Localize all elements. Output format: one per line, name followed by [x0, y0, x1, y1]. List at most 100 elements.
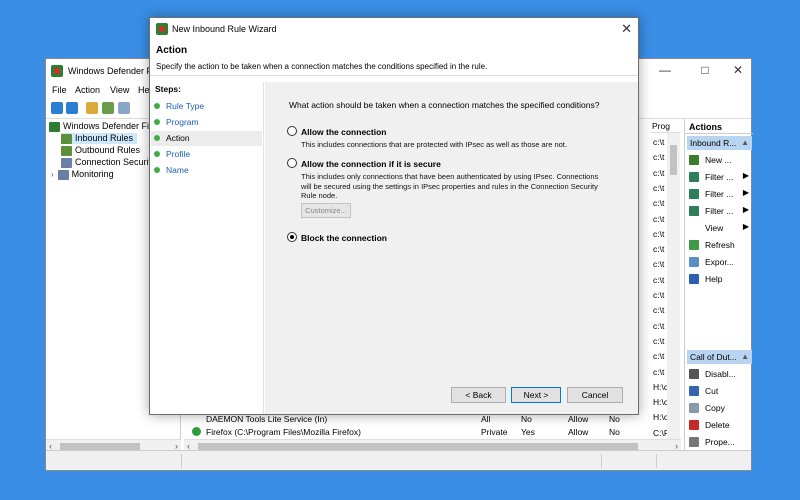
filter-icon: [689, 206, 699, 216]
properties-icon: [689, 437, 699, 447]
program-cell: H:\c: [653, 412, 669, 423]
step-dot-icon: [154, 103, 160, 109]
cell-enabled: No: [521, 414, 532, 424]
step-rule-type[interactable]: Rule Type: [151, 99, 262, 114]
column-header-label: Prog: [652, 121, 670, 131]
section-label: Inbound R...: [690, 138, 737, 148]
action-item[interactable]: Disabl...: [689, 367, 751, 381]
program-cell: c:\t: [653, 320, 665, 331]
tree-item-label: Inbound Rules: [75, 133, 134, 143]
properties-icon[interactable]: [118, 102, 130, 114]
minimize-icon[interactable]: —: [658, 63, 672, 77]
action-item-label: View: [705, 223, 724, 233]
cancel-button[interactable]: Cancel: [567, 387, 623, 403]
action-item[interactable]: Prope...: [689, 435, 751, 449]
action-item[interactable]: Filter ... ▶: [689, 170, 751, 184]
action-item[interactable]: Refresh: [689, 238, 751, 252]
program-cell: c:\t: [653, 305, 665, 316]
menu-view[interactable]: View: [110, 85, 129, 95]
show-hide-tree-icon[interactable]: [102, 102, 114, 114]
tree-item-outbound-rules[interactable]: Outbound Rules: [61, 145, 140, 156]
program-cell: c:\t: [653, 152, 665, 163]
program-cell: c:\t: [653, 137, 665, 147]
action-item-label: Filter ...: [705, 172, 734, 182]
radio-allow[interactable]: [287, 126, 297, 136]
action-item-label: Copy: [705, 403, 725, 413]
action-item[interactable]: Cut: [689, 384, 751, 398]
chevron-right-icon: ›: [51, 170, 54, 179]
radio-block[interactable]: [287, 232, 297, 242]
action-item[interactable]: Filter ... ▶: [689, 204, 751, 218]
scrollbar-thumb[interactable]: [198, 443, 638, 450]
menu-help[interactable]: He: [138, 85, 150, 95]
step-name[interactable]: Name: [151, 163, 262, 178]
menu-file[interactable]: File: [52, 85, 67, 95]
option-allow-secure-description: This includes only connections that have…: [301, 172, 599, 200]
maximize-icon[interactable]: □: [698, 63, 712, 77]
action-item-label: Filter ...: [705, 189, 734, 199]
step-action[interactable]: Action: [151, 131, 262, 146]
action-item-label: Filter ...: [705, 206, 734, 216]
disable-icon: [689, 369, 699, 379]
program-cell: c:\t: [653, 259, 665, 270]
radio-allow-if-secure[interactable]: [287, 158, 297, 168]
status-divider: [656, 454, 657, 468]
monitoring-icon: [57, 169, 69, 180]
tree-item-inbound-rules[interactable]: Inbound Rules: [61, 133, 138, 144]
wizard-title: New Inbound Rule Wizard: [172, 24, 277, 34]
cell-action: Allow: [568, 414, 589, 424]
close-icon[interactable]: ✕: [731, 63, 745, 77]
action-item[interactable]: Help: [689, 272, 751, 286]
action-item-label: Disabl...: [705, 369, 736, 379]
back-arrow-icon[interactable]: [51, 102, 63, 114]
program-cell: c:\t: [653, 290, 665, 300]
step-label: Action: [166, 133, 190, 143]
option-allow-label[interactable]: Allow the connection: [301, 127, 386, 137]
action-item-label: New ...: [705, 155, 732, 165]
wizard-content: What action should be taken when a conne…: [265, 82, 638, 414]
next-button[interactable]: Next >: [511, 387, 561, 403]
table-row[interactable]: Firefox (C:\Program Files\Mozilla Firefo…: [188, 426, 651, 439]
export-icon: [689, 257, 699, 267]
cell-override: No: [609, 414, 620, 424]
back-button[interactable]: < Back: [451, 387, 506, 403]
tree-item-label: Monitoring: [71, 169, 114, 179]
step-label: Rule Type: [166, 101, 205, 111]
menu-action[interactable]: Action: [75, 85, 100, 95]
option-allow-secure-label[interactable]: Allow the connection if it is secure: [301, 159, 441, 169]
customize-button[interactable]: Customize...: [301, 203, 351, 218]
option-block-label[interactable]: Block the connection: [301, 233, 387, 243]
action-item[interactable]: Expor...: [689, 255, 751, 269]
action-item[interactable]: Filter ... ▶: [689, 187, 751, 201]
column-header-program[interactable]: Prog: [651, 119, 681, 133]
action-item[interactable]: Copy: [689, 401, 751, 415]
action-question: What action should be taken when a conne…: [289, 100, 600, 110]
actions-section-inbound-rules[interactable]: Inbound R... ▲: [687, 136, 752, 150]
up-folder-icon[interactable]: [86, 102, 98, 114]
close-icon[interactable]: ✕: [621, 21, 632, 37]
step-profile[interactable]: Profile: [151, 147, 262, 162]
filter-icon: [689, 189, 699, 199]
submenu-arrow-icon: ▶: [742, 171, 749, 180]
forward-arrow-icon[interactable]: [66, 102, 78, 114]
action-item[interactable]: Delete: [689, 418, 751, 432]
step-label: Name: [166, 165, 189, 175]
scrollbar-thumb[interactable]: [670, 145, 677, 175]
submenu-arrow-icon: ▶: [742, 205, 749, 214]
submenu-arrow-icon: ▶: [742, 188, 749, 197]
scrollbar-thumb[interactable]: [60, 443, 140, 450]
action-item[interactable]: New ...: [689, 153, 751, 167]
step-program[interactable]: Program: [151, 115, 262, 130]
wizard-header: Action Specify the action to be taken wh…: [150, 40, 638, 76]
action-item-label: Expor...: [705, 257, 734, 267]
cell-action: Allow: [568, 427, 589, 437]
rules-vertical-scrollbar[interactable]: [667, 133, 680, 443]
tree-item-connection-security[interactable]: Connection Security: [61, 157, 156, 168]
tree-item-monitoring[interactable]: › Monitoring: [51, 169, 114, 180]
actions-section-selected-rule[interactable]: Call of Dut... ▲: [687, 350, 752, 364]
filter-icon: [689, 172, 699, 182]
connection-security-icon: [61, 157, 72, 168]
action-item[interactable]: View ▶: [689, 221, 751, 235]
tree-item-root[interactable]: Windows Defender Fire: [49, 121, 157, 132]
program-cell: H:\c: [653, 397, 669, 408]
